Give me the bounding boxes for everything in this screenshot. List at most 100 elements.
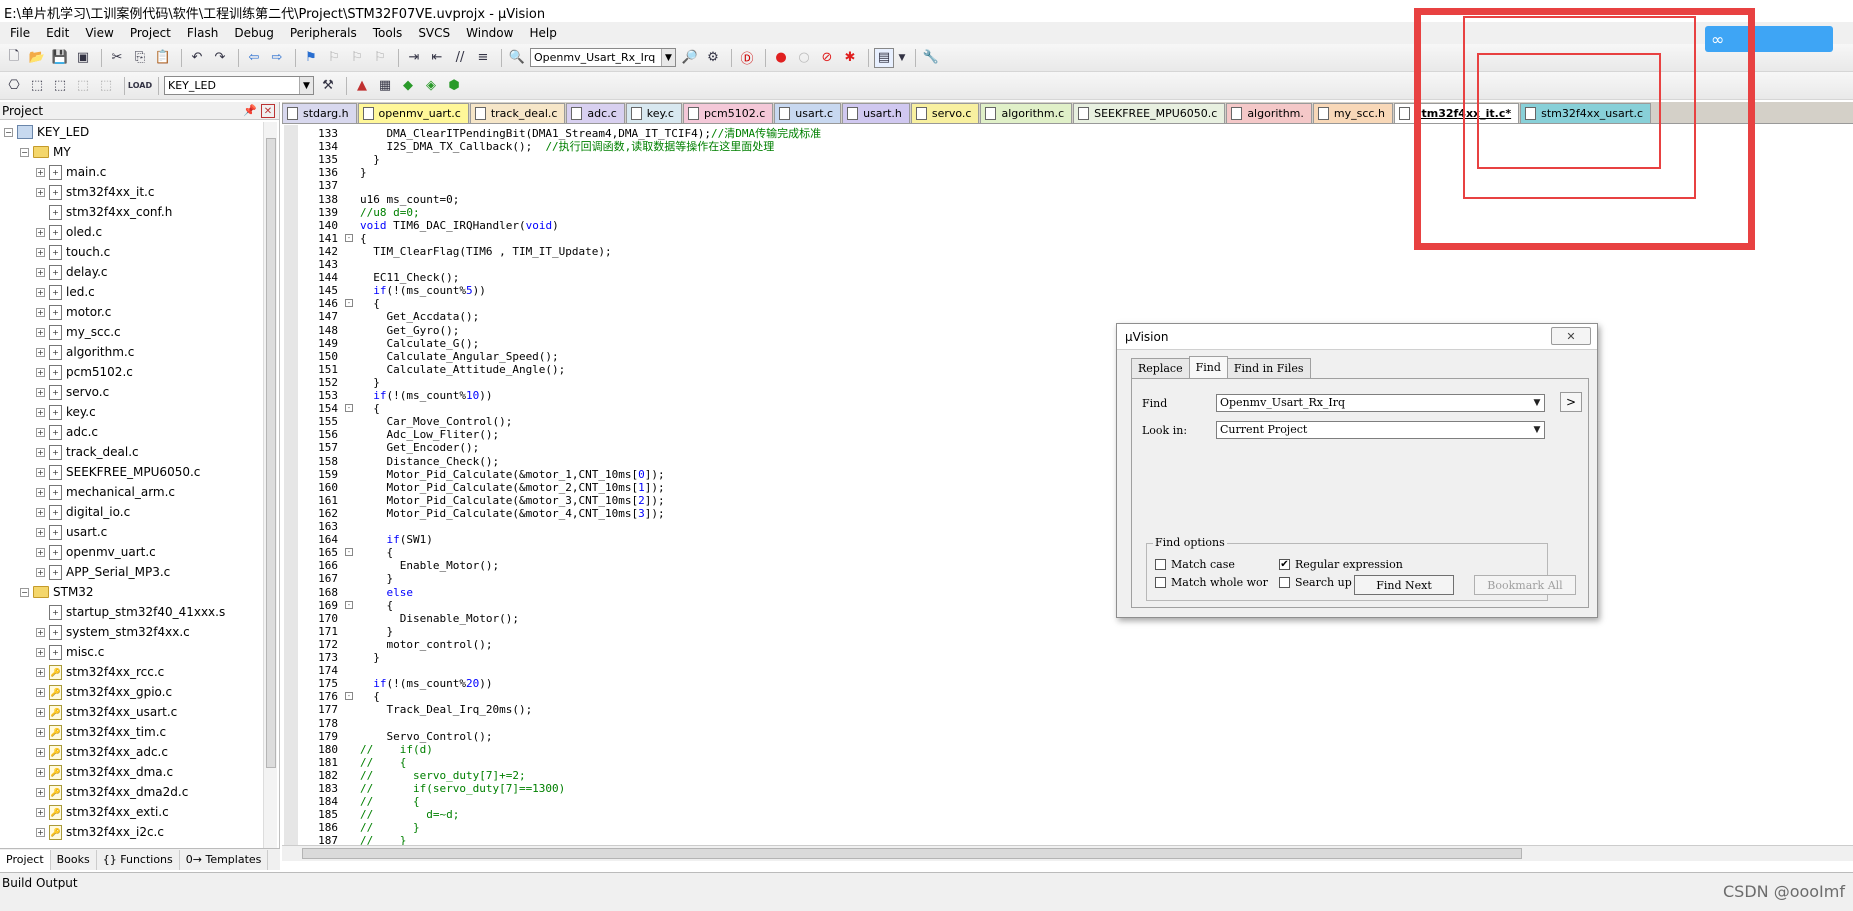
editor-tab[interactable]: my_scc.h [1312, 103, 1393, 123]
code-line[interactable]: 183 // if(servo_duty[7]==1300) [282, 782, 1682, 795]
tree-file[interactable]: + + key.c [0, 402, 262, 422]
uncomment-icon[interactable]: ≡ [473, 48, 493, 68]
expand-icon[interactable]: + [36, 827, 45, 837]
checkbox-box[interactable] [1155, 577, 1166, 588]
tree-file[interactable]: + + APP_Serial_MP3.c [0, 562, 262, 582]
expand-icon[interactable]: + [36, 407, 45, 417]
tree-file[interactable]: + + digital_io.c [0, 502, 262, 522]
rebuild-icon[interactable]: ⬚ [50, 76, 70, 96]
code-line[interactable]: 147 Get_Accdata(); [282, 310, 1682, 323]
debug-session-icon[interactable]: Ⓓ [737, 48, 757, 68]
code-line[interactable]: 186 // } [282, 821, 1682, 834]
code-line[interactable]: 179 Servo_Control(); [282, 730, 1682, 743]
code-line[interactable]: 178 [282, 717, 1682, 730]
tree-file[interactable]: + + stm32f4xx_it.c [0, 182, 262, 202]
editor-tab[interactable]: track_deal.c [469, 103, 566, 123]
chevron-down-icon[interactable]: ▼ [661, 49, 675, 66]
editor-tab[interactable]: servo.c [910, 103, 980, 123]
code-line[interactable]: 176- { [282, 690, 1682, 703]
select-packs-icon[interactable]: ◈ [421, 76, 441, 96]
file-extensions-icon[interactable]: ▦ [375, 76, 395, 96]
tree-file[interactable]: + + my_scc.c [0, 322, 262, 342]
build-output-panel[interactable]: Build Output [0, 872, 1853, 892]
menu-flash[interactable]: Flash [179, 26, 226, 40]
tree-file[interactable]: + 🔑 stm32f4xx_usart.c [0, 702, 262, 722]
new-file-icon[interactable]: 🗋 [4, 48, 24, 68]
checkbox-box[interactable] [1279, 577, 1290, 588]
code-line[interactable]: 182 // servo_duty[7]+=2; [282, 769, 1682, 782]
prev-bookmark-icon[interactable]: ⚐ [324, 48, 344, 68]
expand-icon[interactable]: + [36, 627, 45, 637]
lookin-select[interactable]: Current Project ▼ [1216, 421, 1545, 439]
editor-tab[interactable]: openmv_uart.c [357, 103, 469, 123]
disable-all-breakpoints-icon[interactable]: ⊘ [817, 48, 837, 68]
expand-icon[interactable]: + [36, 247, 45, 257]
indent-icon[interactable]: ⇥ [404, 48, 424, 68]
editor-tab[interactable]: usart.c [774, 103, 842, 123]
checkbox-checked-icon[interactable]: ✔ [1279, 559, 1290, 570]
target-combo[interactable]: KEY_LED ▼ [164, 76, 314, 95]
editor-tab[interactable]: usart.h [842, 103, 910, 123]
panel-tab-2[interactable]: {} Functions [97, 849, 180, 870]
chevron-down-icon[interactable]: ▼ [1530, 422, 1544, 438]
expand-icon[interactable]: + [36, 647, 45, 657]
tree-file[interactable]: + + algorithm.c [0, 342, 262, 362]
kill-breakpoints-icon[interactable]: ✱ [840, 48, 860, 68]
tree-file[interactable]: + 🔑 stm32f4xx_dma.c [0, 762, 262, 782]
expand-icon[interactable]: + [36, 807, 45, 817]
expand-icon[interactable]: + [36, 507, 45, 517]
editor-tab[interactable]: SEEKFREE_MPU6050.c [1073, 103, 1226, 123]
tree-root[interactable]: − KEY_LED [0, 122, 262, 142]
editor-tab[interactable]: pcm5102.c [682, 103, 774, 123]
chevron-down-icon[interactable]: ▼ [897, 48, 907, 68]
fold-toggle-icon[interactable]: - [345, 600, 353, 609]
collapse-icon[interactable]: − [20, 147, 29, 157]
find-in-files-icon[interactable]: 🔍 [507, 48, 527, 68]
breakpoint-icon[interactable]: ● [771, 48, 791, 68]
expand-icon[interactable]: + [36, 467, 45, 477]
expand-icon[interactable]: + [36, 387, 45, 397]
download-icon[interactable]: LOAD [128, 76, 152, 96]
expand-icon[interactable]: + [36, 527, 45, 537]
expand-icon[interactable]: + [36, 447, 45, 457]
code-line[interactable]: 175 if(!(ms_count%20)) [282, 677, 1682, 690]
search-up-checkbox[interactable]: Search up [1279, 576, 1352, 589]
runtime-env-icon[interactable]: ⬢ [444, 76, 464, 96]
code-line[interactable]: 145 if(!(ms_count%5)) [282, 284, 1682, 297]
menu-tools[interactable]: Tools [365, 26, 411, 40]
expand-icon[interactable]: + [36, 227, 45, 237]
tree-file[interactable]: + + mechanical_arm.c [0, 482, 262, 502]
match-whole-word-checkbox[interactable]: Match whole wor [1155, 576, 1268, 589]
expand-icon[interactable]: + [36, 267, 45, 277]
panel-tab-1[interactable]: Books [51, 849, 97, 870]
regex-checkbox[interactable]: ✔ Regular expression [1279, 558, 1403, 571]
tree-file[interactable]: + 🔑 stm32f4xx_i2c.c [0, 822, 262, 842]
menu-peripherals[interactable]: Peripherals [282, 26, 365, 40]
bookmark-icon[interactable]: ⚑ [301, 48, 321, 68]
tab-replace[interactable]: Replace [1131, 358, 1190, 378]
code-line[interactable]: 185 // d=~d; [282, 808, 1682, 821]
disable-breakpoint-icon[interactable]: ○ [794, 48, 814, 68]
tree-file[interactable]: + 🔑 stm32f4xx_rcc.c [0, 662, 262, 682]
checkbox-box[interactable] [1155, 559, 1166, 570]
bookmark-all-button[interactable]: Bookmark All [1474, 575, 1576, 595]
chevron-down-icon[interactable]: ▼ [299, 77, 313, 94]
expand-icon[interactable]: + [36, 547, 45, 557]
tree-file[interactable]: + + track_deal.c [0, 442, 262, 462]
tree-file[interactable]: + + motor.c [0, 302, 262, 322]
code-line[interactable]: 173 } [282, 651, 1682, 664]
cut-icon[interactable]: ✂ [107, 48, 127, 68]
editor-tab[interactable]: stdarg.h [282, 103, 357, 123]
tree-file[interactable]: + + led.c [0, 282, 262, 302]
stop-build-icon[interactable]: ⬚ [96, 76, 116, 96]
expand-icon[interactable]: + [36, 707, 45, 717]
code-line[interactable]: 172 motor_control(); [282, 638, 1682, 651]
tree-group-my[interactable]: − MY [0, 142, 262, 162]
scroll-thumb[interactable] [302, 848, 1522, 859]
project-scrollbar[interactable] [263, 122, 277, 848]
save-all-icon[interactable]: ▣ [73, 48, 93, 68]
unindent-icon[interactable]: ⇤ [427, 48, 447, 68]
expand-icon[interactable]: + [36, 427, 45, 437]
tree-file[interactable]: + + servo.c [0, 382, 262, 402]
fold-toggle-icon[interactable]: - [345, 548, 353, 557]
